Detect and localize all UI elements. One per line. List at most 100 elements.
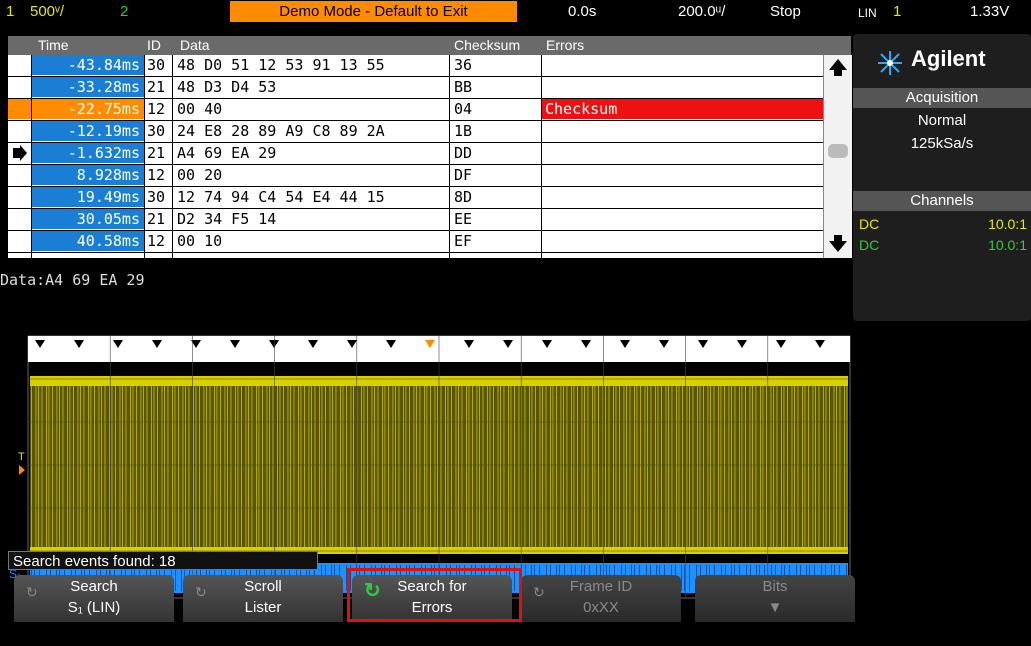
cell-error: Checksum xyxy=(542,99,823,119)
cell-error xyxy=(542,143,823,163)
scroll-lister-button[interactable]: ↻ Scroll Lister xyxy=(183,575,343,622)
softkey-label: Frame ID xyxy=(569,578,633,595)
trigger-channel: 1 xyxy=(893,3,902,20)
cell-id: 12 xyxy=(147,232,166,250)
channel-coupling: DC xyxy=(859,216,880,232)
trigger-mode: LIN xyxy=(858,6,877,20)
softkey-label: Scroll xyxy=(244,578,282,595)
cell-id: 30 xyxy=(147,56,166,74)
cell-error xyxy=(542,165,823,185)
cell-time: -22.75ms xyxy=(31,99,144,119)
current-row-arrow-icon xyxy=(13,145,27,161)
lister-table[interactable]: Time ID Data Checksum Errors -43.84ms 30 4… xyxy=(8,36,852,258)
table-row[interactable]: 19.49ms 30 12 74 94 C4 54 E4 44 15 8D xyxy=(8,187,823,209)
cell-checksum: DF xyxy=(454,166,473,184)
cell-time: -12.19ms xyxy=(31,121,144,141)
acquisition-mode: Normal xyxy=(917,112,967,129)
channels-header[interactable]: Channels xyxy=(853,191,1031,211)
softkey-value: S₁ (LIN) xyxy=(67,599,121,616)
agilent-logo-icon xyxy=(877,50,903,80)
cell-id: 30 xyxy=(147,188,166,206)
cell-time: -1.632ms xyxy=(31,143,144,163)
cell-data: 00 10 xyxy=(177,232,223,250)
cell-time: 8.928ms xyxy=(31,165,144,185)
col-data: Data xyxy=(180,37,210,53)
cell-id: 30 xyxy=(147,122,166,140)
cell-checksum: 36 xyxy=(454,56,473,74)
cell-checksum: EF xyxy=(454,232,473,250)
search-events-found: Search events found: 18 xyxy=(8,551,318,570)
cell-error xyxy=(542,55,823,75)
lister-header: Time ID Data Checksum Errors xyxy=(8,36,851,55)
right-panel: Agilent Acquisition Normal 125kSa/s Chan… xyxy=(853,34,1031,321)
demo-mode-banner[interactable]: Demo Mode - Default to Exit xyxy=(230,1,517,22)
col-errors: Errors xyxy=(546,37,585,53)
row-indicator xyxy=(8,77,31,97)
row-indicator xyxy=(8,99,31,119)
acquisition-header[interactable]: Acquisition xyxy=(853,88,1031,108)
brand-name: Agilent xyxy=(911,46,986,71)
trigger-level: 1.33V xyxy=(970,3,1010,20)
cell-id: 12 xyxy=(147,100,166,118)
cell-data: 12 74 94 C4 54 E4 44 15 xyxy=(177,188,385,206)
table-row[interactable]: -12.19ms 30 24 E8 28 89 A9 C8 89 2A 1B xyxy=(8,121,823,143)
bits-button[interactable]: Bits ▼ xyxy=(695,575,855,622)
col-id: ID xyxy=(147,37,161,53)
row-indicator xyxy=(8,55,31,75)
row-indicator xyxy=(8,209,31,229)
table-row[interactable]: -33.28ms 21 48 D3 D4 53 BB xyxy=(8,77,823,99)
cell-checksum: 04 xyxy=(454,100,473,118)
table-row[interactable]: 30.05ms 21 D2 34 F5 14 EE xyxy=(8,209,823,231)
cell-error xyxy=(542,231,823,251)
trigger-label: T xyxy=(18,451,25,463)
cell-checksum: 1B xyxy=(454,122,473,140)
cell-checksum: BB xyxy=(454,78,473,96)
channel-coupling: DC xyxy=(859,237,880,253)
lister-scrollbar[interactable] xyxy=(823,55,852,258)
table-row[interactable]: -22.75ms 12 00 40 04 Checksum xyxy=(8,99,823,121)
scroll-up-icon[interactable] xyxy=(829,59,847,70)
col-time: Time xyxy=(38,37,69,53)
table-row[interactable]: 40.58ms 12 00 10 EF xyxy=(8,231,823,253)
cell-data: 24 E8 28 89 A9 C8 89 2A xyxy=(177,122,385,140)
selected-data-line: Data:A4 69 EA 29 xyxy=(0,271,145,289)
scrollbar-graphic xyxy=(828,59,848,252)
col-checksum: Checksum xyxy=(454,37,521,53)
channel2-number: 2 xyxy=(120,3,129,20)
row-indicator xyxy=(8,143,31,163)
cell-error xyxy=(542,121,823,141)
table-row[interactable]: -43.84ms 30 48 D0 51 12 53 91 13 55 36 xyxy=(8,55,823,77)
table-row[interactable]: 8.928ms 12 00 20 DF xyxy=(8,165,823,187)
search-button[interactable]: ↻ Search S₁ (LIN) xyxy=(14,575,174,622)
cell-data: 00 40 xyxy=(177,100,223,118)
cell-data: 48 D0 51 12 53 91 13 55 xyxy=(177,56,385,74)
softkey-value: 0xXX xyxy=(583,599,619,616)
channel-probe-ratio: 10.0:1 xyxy=(988,237,1027,253)
softkey-value: Lister xyxy=(244,599,282,616)
status-bar: 1 500ᵛ/ 2 Demo Mode - Default to Exit 0.… xyxy=(0,0,1031,24)
cell-id: 21 xyxy=(147,78,166,96)
cell-data: 00 20 xyxy=(177,166,223,184)
acquisition-rate: 125kSa/s xyxy=(910,135,974,152)
cell-time: 40.58ms xyxy=(31,231,144,251)
softkey-label: Search xyxy=(70,578,118,595)
cell-data: 48 D3 D4 53 xyxy=(177,78,277,96)
cell-error xyxy=(542,187,823,207)
row-indicator xyxy=(8,187,31,207)
table-row[interactable]: -1.632ms 21 A4 69 EA 29 DD xyxy=(8,143,823,165)
time-per-div: 200.0ᵘ/ xyxy=(678,3,726,20)
run-state: Stop xyxy=(770,3,801,20)
row-indicator xyxy=(8,231,31,251)
scroll-down-icon[interactable] xyxy=(829,241,847,252)
cell-time: 30.05ms xyxy=(31,209,144,229)
time-offset: 0.0s xyxy=(568,3,597,20)
cell-error xyxy=(542,77,823,97)
cell-time: 19.49ms xyxy=(31,187,144,207)
cell-checksum: 8D xyxy=(454,188,473,206)
cell-time: -33.28ms xyxy=(31,77,144,97)
cell-checksum: EE xyxy=(454,210,473,228)
scroll-thumb[interactable] xyxy=(828,144,848,158)
frame-id-button[interactable]: ↻ Frame ID 0xXX xyxy=(521,575,681,622)
volts-per-div: 500ᵛ/ xyxy=(30,3,65,20)
cell-checksum: DD xyxy=(454,144,473,162)
